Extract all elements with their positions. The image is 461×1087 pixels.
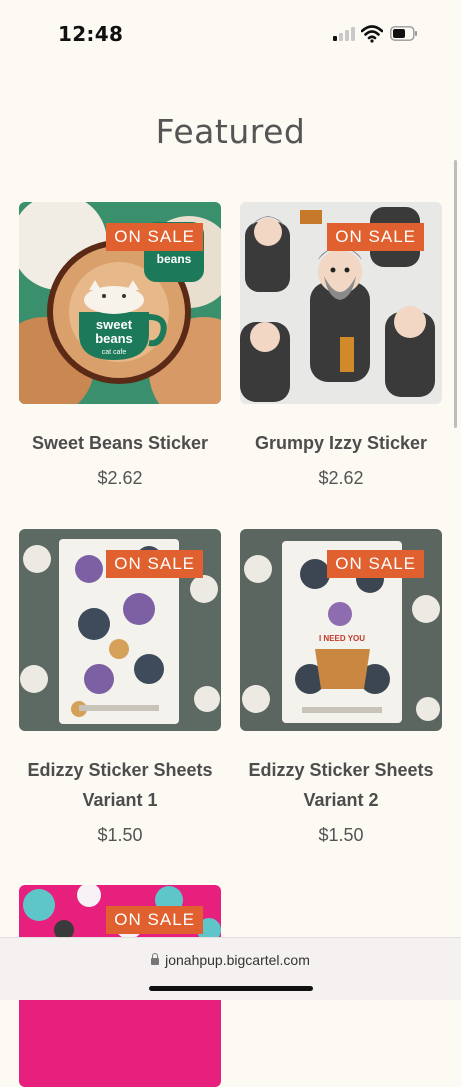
home-indicator[interactable] bbox=[149, 986, 313, 991]
product-image[interactable]: ON SALE bbox=[240, 202, 442, 404]
product-card[interactable]: sweet beans cat cafe sweet beans ON SALE… bbox=[19, 202, 221, 489]
status-bar: 12:48 bbox=[0, 0, 461, 60]
address-display[interactable]: jonahpup.bigcartel.com bbox=[0, 952, 461, 968]
product-name[interactable]: Sweet Beans Sticker bbox=[19, 428, 221, 458]
scrollbar[interactable] bbox=[454, 160, 457, 428]
status-time: 12:48 bbox=[58, 22, 124, 46]
url-text: jonahpup.bigcartel.com bbox=[165, 952, 310, 968]
browser-address-bar[interactable]: jonahpup.bigcartel.com bbox=[0, 937, 461, 1000]
wifi-icon bbox=[361, 25, 383, 43]
sale-badge: ON SALE bbox=[106, 223, 203, 251]
product-price: $1.50 bbox=[318, 825, 364, 845]
product-card[interactable]: ON SALE Edizzy Sticker Sheets Variant 1 … bbox=[19, 529, 221, 846]
signal-icon bbox=[333, 27, 355, 41]
product-image[interactable]: I NEED YOU ON SALE bbox=[240, 529, 442, 731]
sticker-art-text: beans bbox=[95, 331, 133, 346]
sticker-art-text: I NEED YOU bbox=[319, 634, 365, 643]
product-price: $2.62 bbox=[97, 468, 143, 488]
battery-icon bbox=[390, 26, 417, 41]
product-name[interactable]: Edizzy Sticker Sheets Variant 2 bbox=[240, 755, 442, 815]
sale-badge: ON SALE bbox=[327, 550, 424, 578]
product-image[interactable]: sweet beans cat cafe sweet beans ON SALE bbox=[19, 202, 221, 404]
sale-badge: ON SALE bbox=[327, 223, 424, 251]
product-card[interactable]: I NEED YOU ON SALE Edizzy Sticker Sheets… bbox=[240, 529, 442, 846]
product-name[interactable]: Edizzy Sticker Sheets Variant 1 bbox=[19, 755, 221, 815]
sale-badge: ON SALE bbox=[106, 906, 203, 934]
product-name[interactable]: Grumpy Izzy Sticker bbox=[240, 428, 442, 458]
lock-icon bbox=[151, 953, 160, 965]
product-image[interactable]: ON SALE bbox=[19, 529, 221, 731]
product-card[interactable]: ON SALE Grumpy Izzy Sticker $2.62 bbox=[240, 202, 442, 489]
sticker-art-text: cat cafe bbox=[102, 349, 127, 356]
sticker-art-text: beans bbox=[157, 252, 192, 266]
product-price: $2.62 bbox=[318, 468, 364, 488]
product-price: $1.50 bbox=[97, 825, 143, 845]
sticker-art-text: sweet bbox=[96, 317, 133, 332]
page-title: Featured bbox=[155, 112, 306, 151]
sale-badge: ON SALE bbox=[106, 550, 203, 578]
